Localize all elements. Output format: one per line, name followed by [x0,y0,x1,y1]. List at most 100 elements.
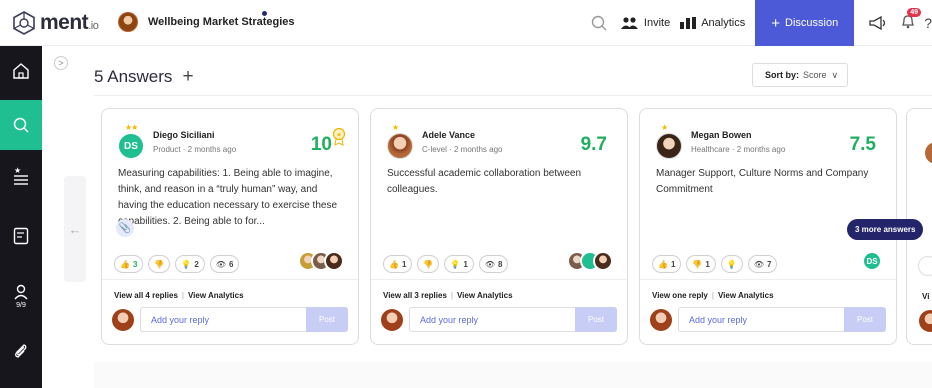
view-replies-link[interactable]: Vi [922,292,929,301]
author-avatar[interactable] [656,133,682,159]
answer-score: 7.5 [849,134,876,155]
reactor-avatars[interactable]: DS [862,251,882,271]
thumbs-up-icon: 👍 [658,259,668,269]
carousel-prev-button[interactable]: ← [64,176,86,282]
view-analytics-link[interactable]: View Analytics [188,291,244,300]
view-count: 7 [766,259,772,269]
reply-input[interactable]: Add your reply [409,307,575,332]
eye-icon: 👁 [753,259,764,269]
arrow-left-icon: ← [68,221,82,237]
post-reply-button[interactable]: Post [575,307,617,332]
author-name[interactable]: Adele Vance [422,130,475,140]
app-logo[interactable]: ment.io [12,11,99,35]
answer-text: Measuring capabilities: 1. Being able to… [118,168,338,227]
analytics-button[interactable]: Analytics [680,17,745,29]
sort-dropdown[interactable]: Sort by: Score ∨ [752,63,848,87]
paperclip-icon [15,344,27,358]
help-button[interactable]: ? [924,15,932,31]
idea-button[interactable]: 💡 [720,255,743,273]
invite-button[interactable]: Invite [620,17,671,29]
like-button[interactable] [918,256,932,276]
reply-input[interactable]: Add your reply [678,307,844,332]
top-bar: ment.io Wellbeing Market Strategies Invi… [0,0,932,46]
sidebar-item-attachments[interactable] [0,326,42,376]
sidebar-item-starred[interactable]: ★ [0,151,42,201]
view-analytics-link[interactable]: View Analytics [457,291,513,300]
author-meta: Healthcare · 2 months ago [691,145,786,154]
idea-button[interactable]: 💡 2 [175,255,205,273]
notes-icon [13,227,29,245]
view-count: 8 [497,259,503,269]
top-nav: Invite Analytics + Discussion 49 ? [589,0,932,46]
award-badge-icon: ★ [332,127,346,146]
bar-chart-icon [680,17,697,29]
search-icon[interactable] [589,13,609,33]
post-reply-button[interactable]: Post [844,307,886,332]
author-name[interactable]: Diego Siciliani [153,130,215,140]
like-button[interactable]: 👍 3 [114,255,144,273]
sidebar-item-users-count: 9/9 [16,301,26,309]
view-replies-link[interactable]: View one reply [652,291,708,300]
reaction-bar: 👍 1 👎 💡 1 👁 8 [383,255,513,273]
logo-text: ment.io [40,11,99,34]
answers-heading: 5 Answers + [94,66,194,88]
avatar [324,251,344,271]
like-count: 3 [132,259,138,269]
thumbs-up-icon: 👍 [389,259,399,269]
notifications-button[interactable]: 49 [900,7,921,34]
reactor-avatars[interactable] [567,251,613,271]
divider [371,279,627,280]
like-button[interactable]: 👍 1 [383,255,413,273]
svg-text:★: ★ [14,166,21,175]
invite-label: Invite [643,17,671,29]
reaction-bar: 👍 1 👎 1 💡 👁 7 [652,255,782,273]
divider [640,279,896,280]
author-name[interactable]: Megan Bowen [691,130,752,140]
more-answers-button[interactable]: 3 more answers [847,219,924,240]
project-title: Wellbeing Market Strategies [148,16,295,28]
sidebar-item-home[interactable] [0,46,42,96]
author-meta: C-level · 2 months ago [422,145,503,154]
plus-icon: + [771,14,781,32]
author-avatar[interactable] [925,142,932,164]
megaphone-button[interactable] [868,16,888,30]
sidebar: ★ 9/9 [0,46,42,388]
view-replies-link[interactable]: View all 3 replies [383,291,447,300]
thumbs-down-icon: 👎 [692,259,703,269]
sidebar-collapse-toggle[interactable]: > [54,56,68,70]
attachment-icon[interactable]: 📎 [116,219,134,237]
dislike-button[interactable]: 👎 [417,255,440,273]
project-selector[interactable]: Wellbeing Market Strategies [118,11,295,32]
answer-text: Manager Support, Culture Norms and Compa… [656,168,869,195]
dislike-button[interactable]: 👎 [148,255,171,273]
reactor-avatars[interactable] [298,251,344,271]
avatar [381,308,403,331]
sidebar-item-notes[interactable] [0,211,42,261]
users-icon [620,17,638,29]
dislike-button[interactable]: 👎 1 [686,255,716,273]
divider [102,279,358,280]
discussion-button[interactable]: + Discussion [755,0,855,46]
eye-icon: 👁 [484,259,495,269]
view-replies-link[interactable]: View all 4 replies [114,291,178,300]
rating-stars-icon: ★★ [125,123,138,132]
thumbs-down-icon: 👎 [154,259,165,269]
megaphone-icon [869,16,886,30]
reply-input[interactable]: Add your reply [140,307,306,332]
user-icon [14,284,28,299]
thumbs-up-icon: 👍 [120,259,130,269]
view-analytics-link[interactable]: View Analytics [718,291,774,300]
idea-button[interactable]: 💡 1 [444,255,474,273]
answer-card: ★★ DS Diego Siciliani Product · 2 months… [101,108,359,345]
author-avatar[interactable] [387,133,413,159]
post-reply-button[interactable]: Post [306,307,348,332]
like-button[interactable]: 👍 1 [652,255,682,273]
view-count: 6 [228,259,234,269]
sidebar-item-users[interactable]: 9/9 [0,271,42,321]
add-answer-button[interactable]: + [182,66,193,88]
author-avatar[interactable]: DS [118,133,144,159]
home-icon [13,63,29,79]
sort-label: Sort by: [765,70,800,80]
sidebar-item-search[interactable] [0,100,42,150]
card-links: View all 4 replies | View Analytics [114,291,244,300]
